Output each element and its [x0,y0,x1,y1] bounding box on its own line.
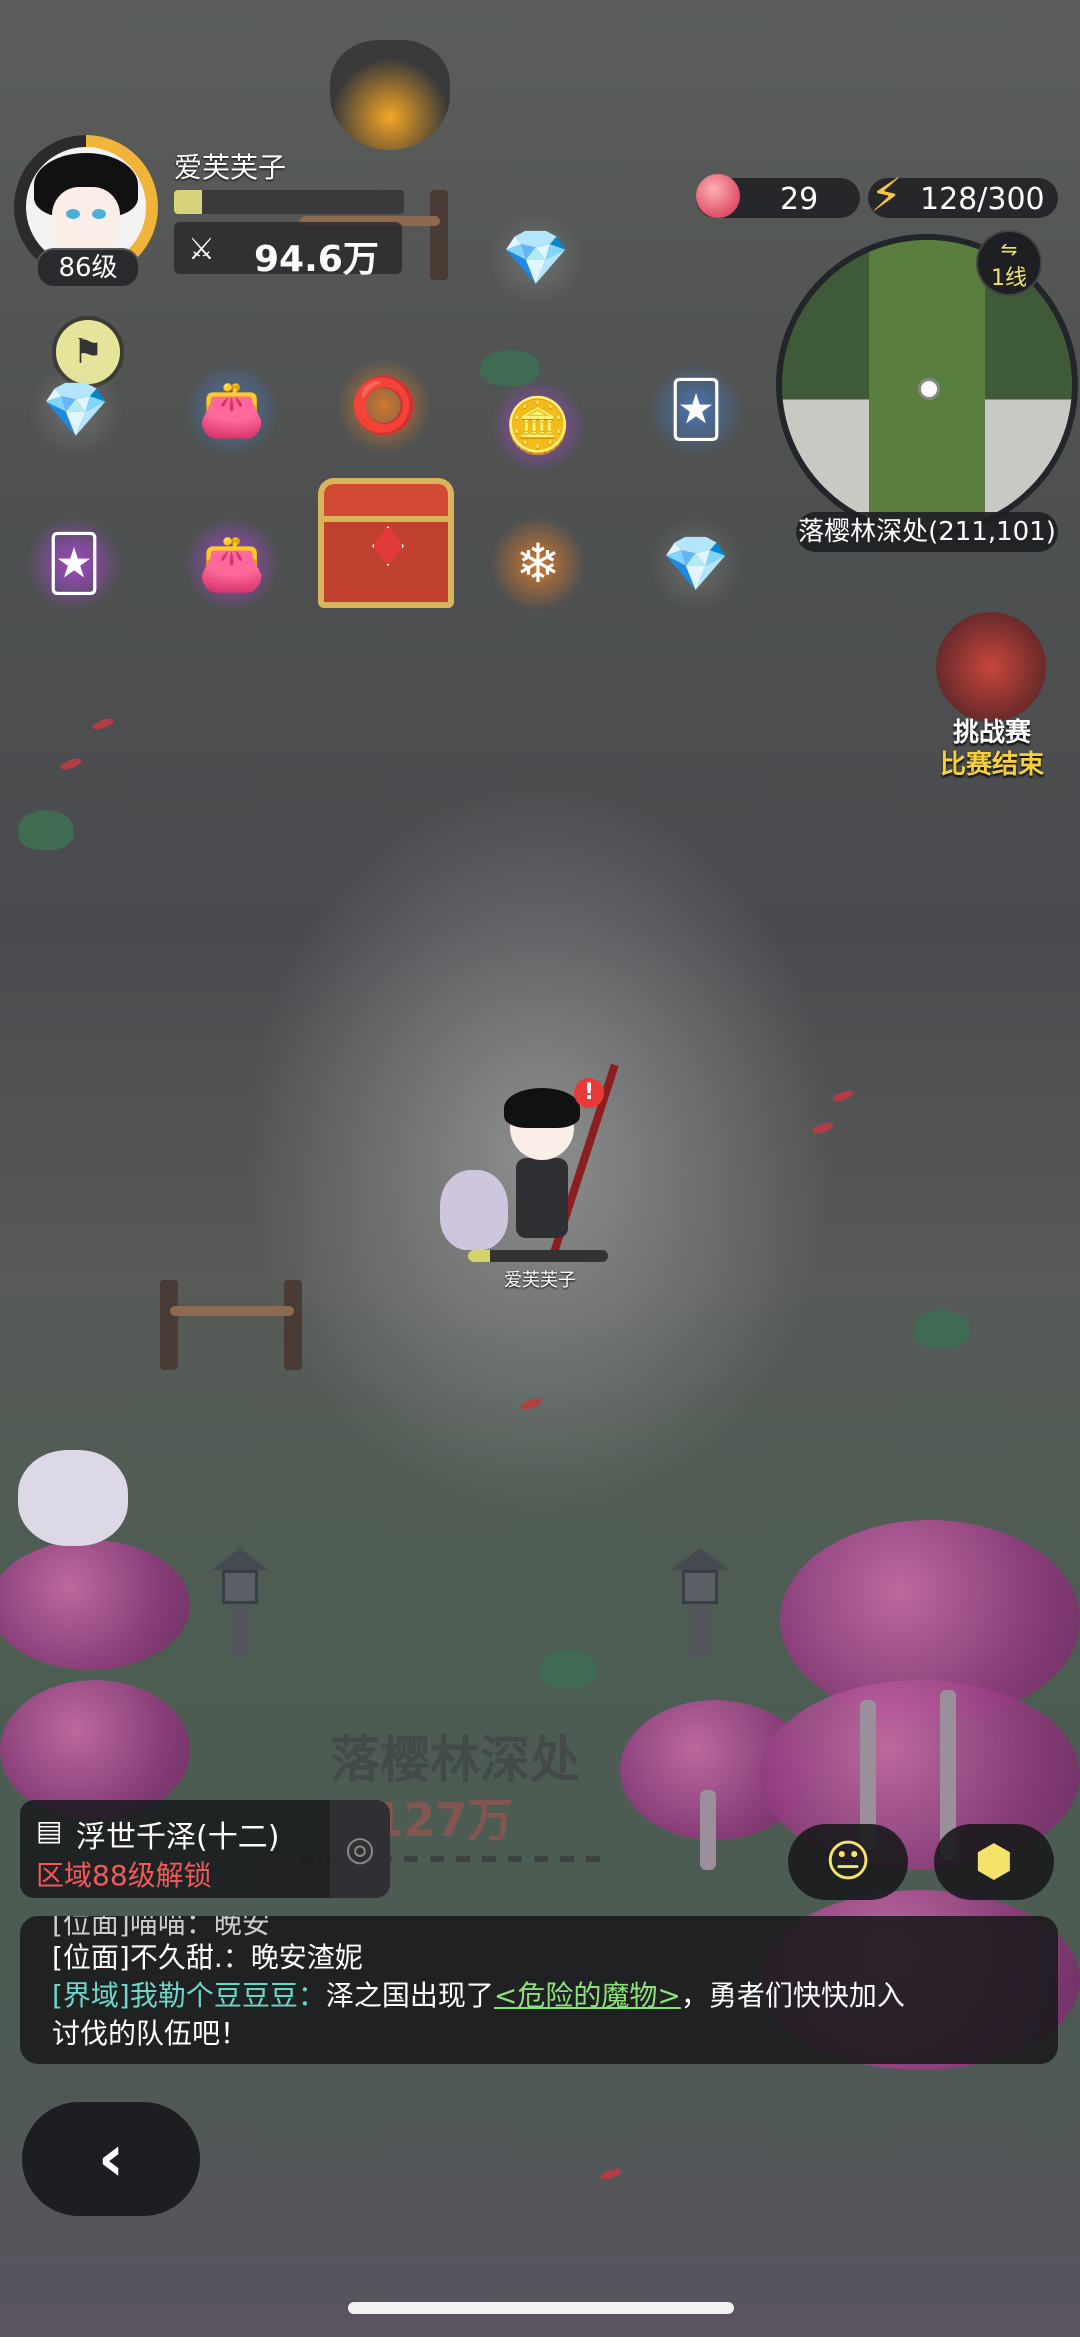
smiley-icon: 😐 [825,1836,871,1887]
stamina-currency[interactable]: ⚡ 128/300 [868,168,1058,222]
bush [540,1650,596,1688]
tree-trunk [700,1790,716,1870]
level-badge: 86级 [36,248,140,288]
exp-bar [174,190,404,214]
peach-currency[interactable]: 29 [696,174,860,218]
dark-ring-icon[interactable]: ⭕ [336,358,432,454]
chat-channel-tag: [位面] [52,1941,130,1974]
lightning-icon: ⚡ [870,168,903,222]
back-button[interactable]: ‹ [22,2102,200,2216]
chat-channel-tag: [界域] [52,1979,130,2012]
area-name: 落樱林深处 [330,1731,580,1789]
chat-message: 泽之国出现了 [325,1979,494,2012]
ice-star-icon[interactable]: ❄ [490,516,586,612]
challenger-portrait [936,612,1046,722]
area-power-value: 127万 [371,1793,514,1847]
chevron-left-icon: ‹ [97,2122,125,2196]
stone-lantern [212,1548,268,1658]
hero-hp-bar [468,1250,608,1262]
chat-panel[interactable]: [位面]喵喵：晚安 [位面]不久甜.：晚安渣妮 [界域]我勒个豆豆豆：泽之国出现… [20,1916,1058,2064]
peach-value: 29 [780,182,819,217]
fox-spirit[interactable] [18,1450,128,1546]
inventory-button[interactable]: ⬢ [934,1824,1054,1900]
hero-name: 爱芙芙子 [504,1270,576,1291]
combat-power-value: 94.6万 [254,239,379,280]
bush [914,1310,970,1348]
crystal-ore-icon[interactable]: 💎 [28,362,124,458]
treasure-chest-icon[interactable] [318,478,454,608]
chat-sender[interactable]: 我勒个豆豆豆： [130,1979,326,2012]
quest-list-icon: ▤ [36,1814,63,1847]
locate-icon[interactable]: ◎ [330,1800,390,1898]
quest-tracker[interactable]: ▤ 浮世千泽(十二) 区域88级解锁 ◎ [20,1800,390,1898]
cauldron [330,40,450,150]
combat-power: ⚔ 94.6万 [174,222,402,280]
alert-icon: ! [574,1078,604,1108]
quest-subtitle: 区域88级解锁 [36,1859,212,1892]
petal [59,756,83,772]
player-name: 爱芙芙子 [174,151,287,184]
stone-lantern [672,1548,728,1658]
purple-card-icon[interactable]: 🃏 [26,516,122,612]
blue-card-icon[interactable]: 🃏 [648,362,744,458]
cherry-tree [0,1680,190,1820]
chat-line: [位面]不久甜.：晚安渣妮 [52,1936,363,1976]
line-label: 1线 [991,266,1027,291]
switch-line-button[interactable]: ⇋ 1线 [976,230,1042,296]
stamina-value: 128/300 [920,182,1045,217]
companion-pet [440,1170,508,1250]
peach-icon [696,174,740,218]
player-position-marker [918,378,940,400]
challenge-status: 比赛结束 [939,750,1044,780]
crossed-swords-icon: ⚔ [188,232,215,267]
bush [18,810,74,850]
petal [599,2166,623,2182]
gold-ingots-icon[interactable]: 🪙 [490,378,586,474]
swap-arrows-icon: ⇋ [1000,237,1018,261]
home-indicator[interactable] [348,2302,734,2314]
petal [519,1396,543,1412]
chat-link[interactable]: <危险的魔物> [494,1979,681,2012]
petal [831,1088,855,1104]
crystal-ore-icon[interactable]: 💎 [488,210,584,306]
chat-line: [界域]我勒个豆豆豆：泽之国出现了<危险的魔物>，勇者们快快加入 [52,1974,905,2014]
crystal-ore-icon[interactable]: 💎 [648,516,744,612]
petal [91,716,115,732]
hero-hp-fill [468,1250,491,1262]
cherry-tree [0,1540,190,1670]
emoji-button[interactable]: 😐 [788,1824,908,1900]
chat-line: 讨伐的队伍吧！ [52,2017,249,2050]
petal [811,1120,835,1136]
paw-pouch-icon[interactable]: 👛 [184,362,280,458]
exp-fill [174,190,202,214]
map-location-label: 落樱林深处(211,101) [796,512,1058,552]
quest-title: 浮世千泽(十二) [76,1820,280,1855]
cube-icon: ⬢ [974,1836,1014,1887]
chat-message: ，勇者们快快加入 [680,1979,905,2012]
challenge-event-button[interactable]: 挑战赛 比赛结束 [906,612,1078,780]
chat-message: 不久甜.：晚安渣妮 [129,1941,363,1974]
pink-pouch-icon[interactable]: 👛 [184,516,280,612]
fence [160,1280,310,1370]
